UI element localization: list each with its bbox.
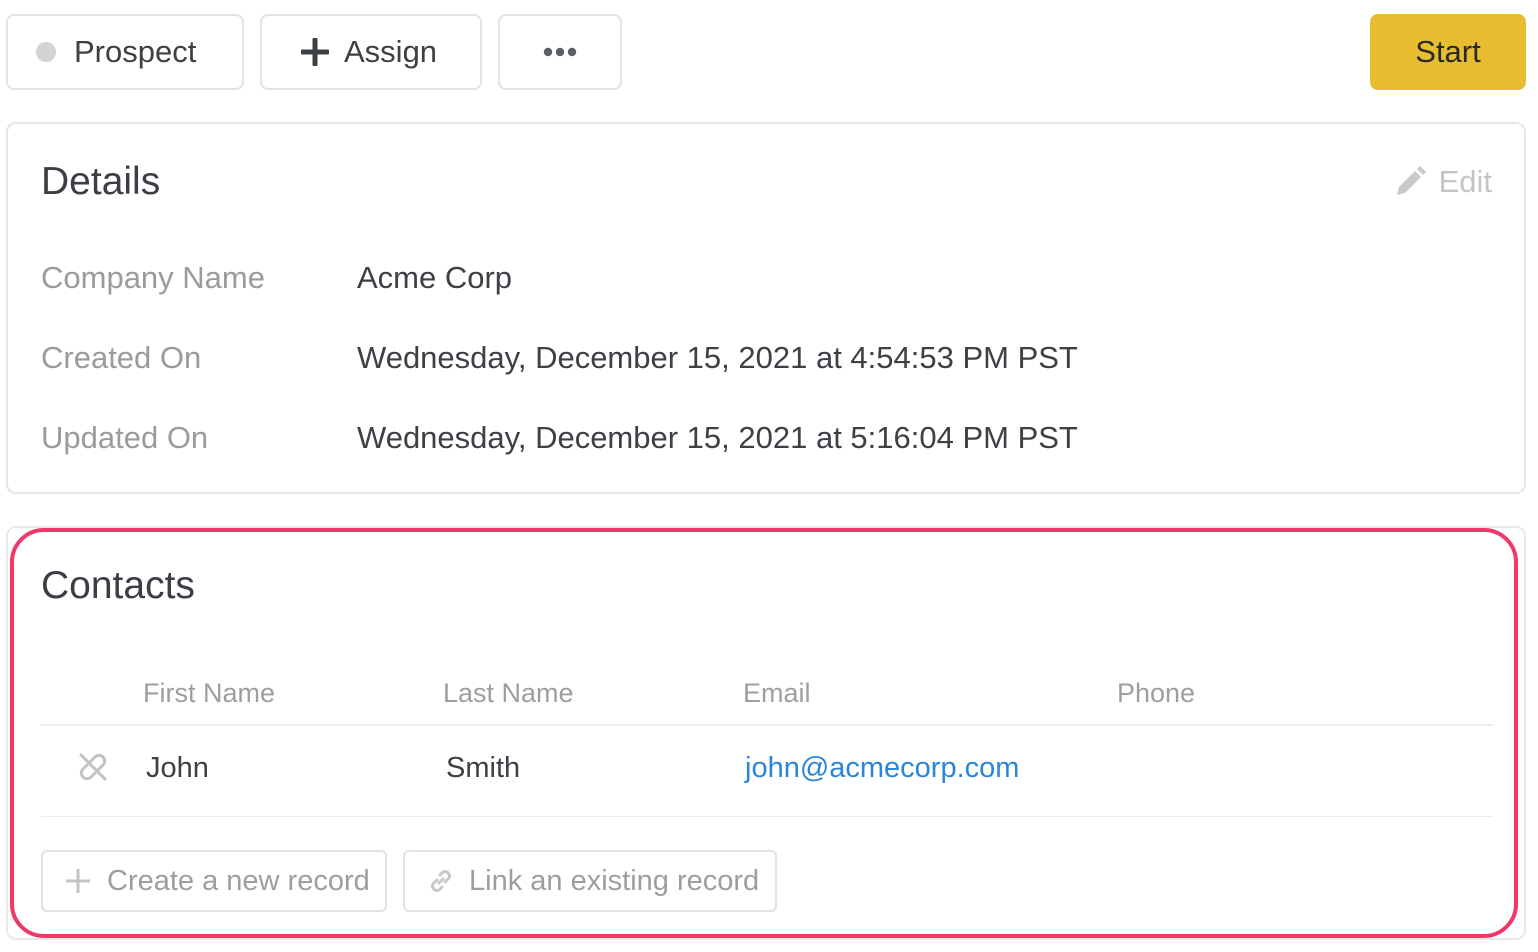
more-dots-icon [543, 47, 577, 57]
assign-label: Assign [344, 34, 438, 69]
column-header-first-name[interactable]: First Name [143, 678, 275, 709]
column-header-phone[interactable]: Phone [1117, 678, 1195, 709]
plus-icon [301, 38, 329, 66]
cell-first-name: John [146, 752, 209, 784]
company-name-value: Acme Corp [357, 260, 513, 295]
edit-button[interactable]: Edit [1393, 164, 1492, 200]
header-divider [41, 724, 1493, 726]
cell-last-name: Smith [446, 752, 521, 784]
created-on-label: Created On [41, 340, 202, 375]
updated-on-value: Wednesday, December 15, 2021 at 5:16:04 … [357, 420, 1078, 455]
pencil-icon [1396, 166, 1426, 195]
record-page: Prospect Assign Start Details Edit Compa… [0, 0, 1538, 952]
plus-icon [66, 869, 90, 893]
cell-email-link[interactable]: john@acmecorp.com [745, 752, 1019, 785]
company-name-label: Company Name [41, 260, 265, 295]
updated-on-label: Updated On [41, 420, 209, 455]
contacts-title: Contacts [41, 564, 195, 607]
row-divider [41, 816, 1493, 817]
create-record-button[interactable]: Create a new record [41, 850, 387, 912]
created-on-value: Wednesday, December 15, 2021 at 4:54:53 … [357, 340, 1078, 375]
status-dot-icon [36, 42, 56, 62]
assign-button[interactable]: Assign [260, 14, 482, 90]
start-button[interactable]: Start [1370, 14, 1526, 90]
unlink-icon[interactable] [78, 752, 108, 782]
column-header-email[interactable]: Email [743, 678, 811, 709]
create-record-label: Create a new record [107, 864, 370, 897]
link-record-button[interactable]: Link an existing record [403, 850, 777, 912]
status-button[interactable]: Prospect [6, 14, 244, 90]
status-label: Prospect [74, 34, 197, 69]
details-title: Details [41, 160, 161, 203]
edit-label: Edit [1438, 164, 1492, 199]
more-options-button[interactable] [498, 14, 622, 90]
column-header-last-name[interactable]: Last Name [443, 678, 574, 709]
details-card: Details Edit Company Name Acme Corp Crea… [6, 122, 1526, 494]
contacts-card: Contacts First Name Last Name Email Phon… [6, 526, 1526, 940]
link-icon [431, 870, 451, 892]
link-record-label: Link an existing record [469, 864, 760, 897]
